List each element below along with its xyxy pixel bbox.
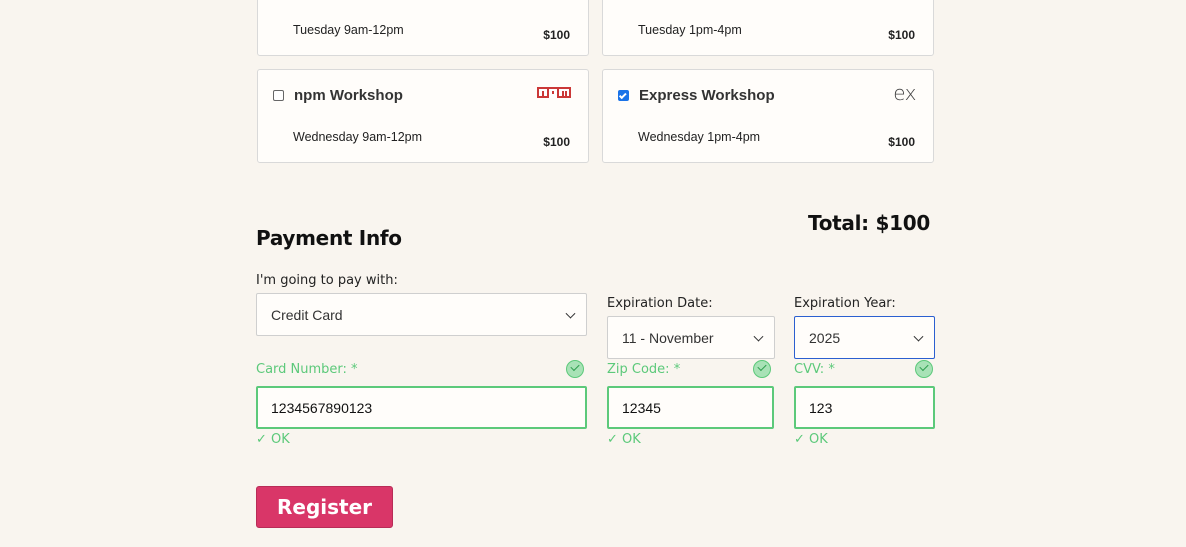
valid-check-icon bbox=[915, 360, 933, 378]
card-number-input[interactable]: 1234567890123 bbox=[256, 386, 587, 429]
workshop-title-row: npm Workshop bbox=[273, 87, 403, 104]
zip-code-input[interactable]: 12345 bbox=[607, 386, 774, 429]
valid-check-icon bbox=[566, 360, 584, 378]
workshop-price: $100 bbox=[888, 135, 915, 149]
express-workshop-checkbox[interactable] bbox=[618, 90, 629, 101]
registration-page: Tuesday 9am-12pm $100 Tuesday 1pm-4pm $1… bbox=[0, 0, 1186, 547]
pay-with-label: I'm going to pay with: bbox=[256, 273, 398, 288]
payment-method-select[interactable]: Credit Card bbox=[256, 293, 587, 336]
cvv-value: 123 bbox=[809, 399, 833, 416]
zip-code-ok: ✓ OK bbox=[607, 432, 641, 447]
workshop-time: Tuesday 9am-12pm bbox=[293, 23, 404, 37]
zip-code-label: Zip Code: * bbox=[607, 362, 681, 377]
chevron-down-icon bbox=[913, 331, 924, 342]
workshop-time: Wednesday 1pm-4pm bbox=[638, 130, 761, 144]
workshop-time: Wednesday 9am-12pm bbox=[293, 130, 423, 144]
payment-info-heading: Payment Info bbox=[256, 226, 402, 250]
express-logo-icon: ex bbox=[893, 81, 916, 105]
workshop-time: Tuesday 1pm-4pm bbox=[638, 23, 742, 37]
cvv-label: CVV: * bbox=[794, 362, 835, 377]
expiration-date-label: Expiration Date: bbox=[607, 296, 713, 311]
zip-code-value: 12345 bbox=[622, 399, 661, 416]
valid-check-icon bbox=[753, 360, 771, 378]
register-button[interactable]: Register bbox=[256, 486, 393, 528]
card-number-label: Card Number: * bbox=[256, 362, 358, 377]
npm-workshop-checkbox[interactable] bbox=[273, 90, 284, 101]
workshop-name: Express Workshop bbox=[639, 87, 775, 104]
card-number-value: 1234567890123 bbox=[271, 399, 373, 416]
total-amount: Total: $100 bbox=[808, 211, 930, 235]
expiration-year-select[interactable]: 2025 bbox=[794, 316, 935, 359]
workshop-card-express[interactable]: Express Workshop ex Wednesday 1pm-4pm $1… bbox=[602, 69, 934, 163]
cvv-ok: ✓ OK bbox=[794, 432, 828, 447]
chevron-down-icon bbox=[753, 331, 764, 342]
workshop-price: $100 bbox=[543, 28, 570, 42]
expiration-year-value: 2025 bbox=[809, 329, 841, 346]
workshop-card-npm[interactable]: npm Workshop Wednesday 9am-12pm $100 bbox=[257, 69, 589, 163]
expiration-date-select[interactable]: 11 - November bbox=[607, 316, 775, 359]
expiration-date-value: 11 - November bbox=[622, 329, 714, 346]
cvv-input[interactable]: 123 bbox=[794, 386, 935, 429]
workshop-price: $100 bbox=[543, 135, 570, 149]
npm-logo-icon bbox=[537, 87, 571, 105]
workshop-card-tuesday-am[interactable]: Tuesday 9am-12pm $100 bbox=[257, 0, 589, 56]
expiration-year-label: Expiration Year: bbox=[794, 296, 896, 311]
workshop-name: npm Workshop bbox=[294, 87, 403, 104]
workshop-card-tuesday-pm[interactable]: Tuesday 1pm-4pm $100 bbox=[602, 0, 934, 56]
payment-method-value: Credit Card bbox=[271, 306, 343, 323]
card-number-ok: ✓ OK bbox=[256, 432, 290, 447]
chevron-down-icon bbox=[565, 308, 576, 319]
workshop-title-row: Express Workshop bbox=[618, 87, 775, 104]
workshop-price: $100 bbox=[888, 28, 915, 42]
